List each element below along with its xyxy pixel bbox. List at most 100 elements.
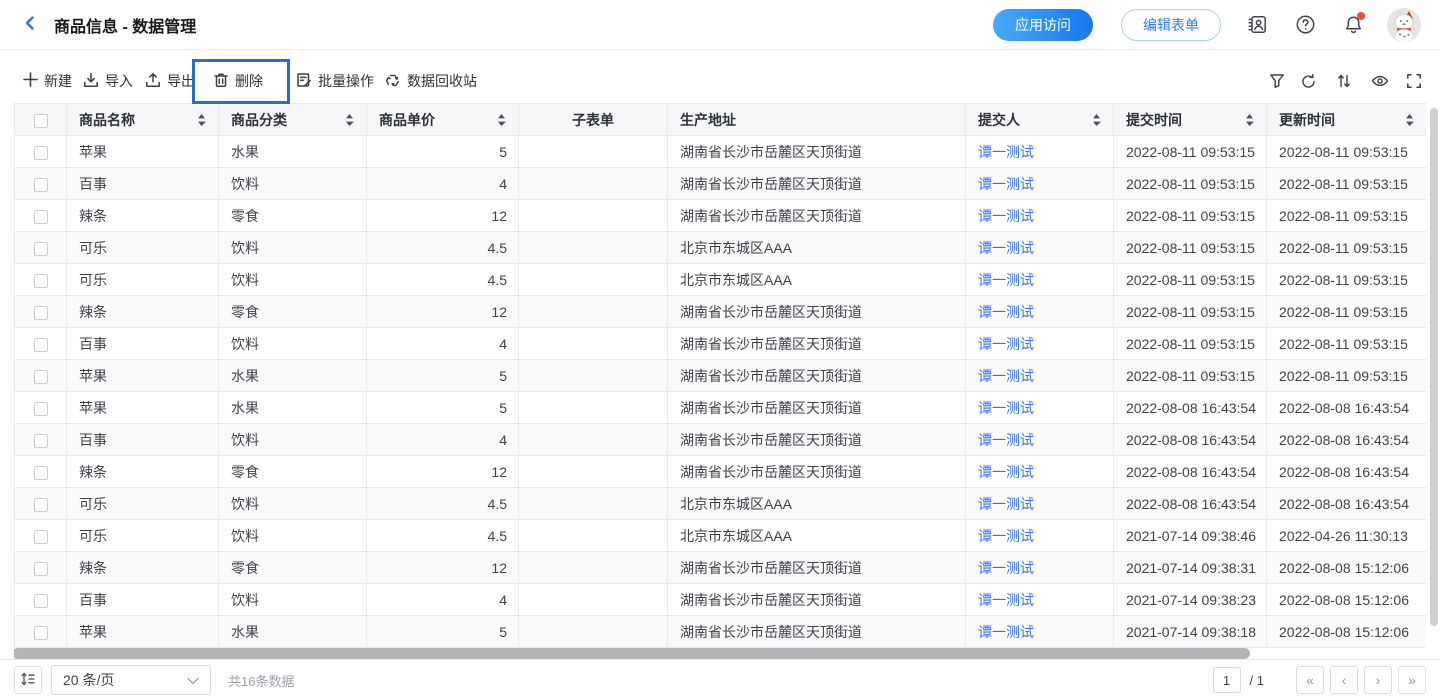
column-header-category[interactable]: 商品分类 [219,104,367,136]
submitter-link[interactable]: 谭一测试 [978,304,1034,320]
submitter-link[interactable]: 谭一测试 [978,272,1034,288]
delete-button[interactable]: 删除 [213,69,263,93]
row-checkbox[interactable] [34,306,48,320]
total-records-label: 共16条数据 [228,671,294,690]
prev-page-button[interactable]: ‹ [1330,666,1358,694]
cell-submitter: 谭一测试 [966,616,1114,648]
row-checkbox[interactable] [34,178,48,192]
new-record-button[interactable]: 新建 [23,69,72,93]
row-height-button[interactable] [14,666,42,694]
refresh-icon[interactable] [1298,71,1318,91]
submitter-link[interactable]: 谭一测试 [978,336,1034,352]
cell-submit_time: 2022-08-11 09:53:15 [1114,136,1267,168]
export-button[interactable]: 导出 [145,69,195,93]
row-checkbox[interactable] [34,626,48,640]
cell-address: 湖南省长沙市岳麓区天顶街道 [668,200,966,232]
cell-address: 湖南省长沙市岳麓区天顶街道 [668,360,966,392]
cell-submitter: 谭一测试 [966,328,1114,360]
cell-subform [519,264,668,296]
back-button[interactable] [19,12,41,37]
cell-submitter: 谭一测试 [966,296,1114,328]
submitter-link[interactable]: 谭一测试 [978,368,1034,384]
pagination: 1 / 1 « ‹ › » [1213,666,1426,694]
row-checkbox[interactable] [34,146,48,160]
vertical-scrollbar-thumb[interactable] [1430,108,1438,626]
row-checkbox[interactable] [34,466,48,480]
column-header-submit_time[interactable]: 提交时间 [1114,104,1267,136]
app-access-button[interactable]: 应用访问 [993,9,1093,41]
row-checkbox[interactable] [34,402,48,416]
row-checkbox[interactable] [34,274,48,288]
cell-update_time: 2022-08-08 16:43:54 [1267,456,1427,488]
cell-submitter: 谭一测试 [966,488,1114,520]
import-button[interactable]: 导入 [83,69,133,93]
submitter-link[interactable]: 谭一测试 [978,464,1034,480]
cell-update_time: 2022-08-11 09:53:15 [1267,136,1427,168]
edit-form-button[interactable]: 编辑表单 [1121,9,1221,41]
cell-subform [519,488,668,520]
page-size-select[interactable]: 20 条/页 [51,665,211,695]
row-checkbox-cell [15,360,67,392]
submitter-link[interactable]: 谭一测试 [978,496,1034,512]
row-checkbox[interactable] [34,594,48,608]
row-checkbox[interactable] [34,242,48,256]
row-height-icon [20,671,36,690]
column-header-name[interactable]: 商品名称 [67,104,219,136]
column-header-price[interactable]: 商品单价 [367,104,519,136]
horizontal-scrollbar-thumb[interactable] [14,648,1250,659]
cell-update_time: 2022-08-08 16:43:54 [1267,488,1427,520]
address-book-icon[interactable] [1245,13,1269,37]
select-all-checkbox[interactable] [34,114,48,128]
header-left: 商品信息 - 数据管理 [19,12,196,37]
submitter-link[interactable]: 谭一测试 [978,528,1034,544]
table-toolbar: 新建 导入 导出 删除 批量操作 数据回收站 [0,50,1440,103]
submitter-link[interactable]: 谭一测试 [978,240,1034,256]
column-header-submitter[interactable]: 提交人 [966,104,1114,136]
submitter-link[interactable]: 谭一测试 [978,432,1034,448]
first-page-button[interactable]: « [1296,666,1324,694]
column-header-update_time[interactable]: 更新时间 [1267,104,1427,136]
cell-submitter: 谭一测试 [966,584,1114,616]
row-checkbox[interactable] [34,338,48,352]
eye-icon[interactable] [1370,71,1390,91]
last-page-button[interactable]: » [1398,666,1426,694]
submitter-link[interactable]: 谭一测试 [978,176,1034,192]
cell-update_time: 2022-08-11 09:53:15 [1267,264,1427,296]
cell-name: 百事 [67,168,219,200]
row-checkbox[interactable] [34,434,48,448]
cell-address: 湖南省长沙市岳麓区天顶街道 [668,168,966,200]
horizontal-scrollbar[interactable] [14,648,1426,659]
row-checkbox[interactable] [34,530,48,544]
fullscreen-icon[interactable] [1404,71,1424,91]
help-icon[interactable] [1293,13,1317,37]
row-checkbox[interactable] [34,370,48,384]
recycle-bin-button[interactable]: 数据回收站 [385,69,477,93]
row-checkbox[interactable] [34,498,48,512]
submitter-link[interactable]: 谭一测试 [978,624,1034,640]
current-page-input[interactable]: 1 [1213,667,1241,693]
batch-operations-button[interactable]: 批量操作 [296,69,374,93]
submitter-link[interactable]: 谭一测试 [978,144,1034,160]
data-table-container: 商品名称商品分类商品单价子表单生产地址提交人提交时间更新时间 苹果水果5湖南省长… [14,103,1426,659]
notification-bell-icon[interactable] [1341,13,1365,37]
row-checkbox-cell [15,328,67,360]
cell-address: 湖南省长沙市岳麓区天顶街道 [668,328,966,360]
row-checkbox[interactable] [34,210,48,224]
submitter-link[interactable]: 谭一测试 [978,400,1034,416]
cell-name: 苹果 [67,616,219,648]
submitter-link[interactable]: 谭一测试 [978,208,1034,224]
next-page-button[interactable]: › [1364,666,1392,694]
cell-price: 5 [367,392,519,424]
cell-submitter: 谭一测试 [966,232,1114,264]
cell-price: 12 [367,456,519,488]
sort-icon[interactable] [1334,71,1354,91]
cell-price: 4 [367,328,519,360]
vertical-scrollbar[interactable] [1430,106,1439,654]
row-checkbox[interactable] [34,562,48,576]
submitter-link[interactable]: 谭一测试 [978,560,1034,576]
cell-category: 水果 [219,616,367,648]
submitter-link[interactable]: 谭一测试 [978,592,1034,608]
filter-icon[interactable] [1267,71,1287,91]
user-avatar[interactable] [1387,8,1421,42]
cell-price: 4 [367,424,519,456]
